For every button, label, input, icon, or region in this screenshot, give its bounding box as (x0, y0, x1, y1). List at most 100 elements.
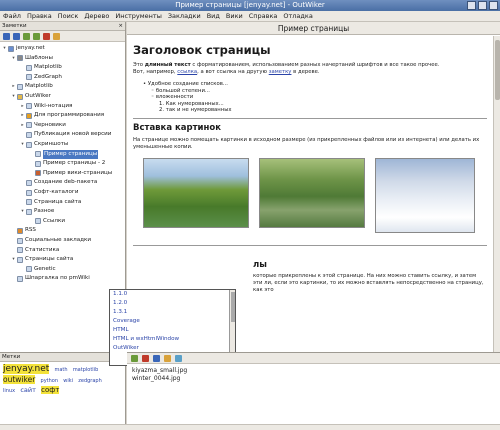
tag-link[interactable]: python (41, 378, 59, 384)
menu-item[interactable]: Правка (27, 11, 52, 21)
autocomplete-item[interactable]: HTML (110, 326, 235, 335)
autocomplete-item[interactable]: 1.2.0 (110, 299, 235, 308)
tree-item[interactable]: Пример страницы - 2 (29, 159, 105, 168)
tag-link[interactable]: jenyay.net (3, 364, 50, 374)
tree-item[interactable]: Софт-каталоги (20, 188, 78, 197)
tree-item[interactable]: ZedGraph (20, 73, 62, 82)
expanded-arrow-icon[interactable]: ▾ (20, 140, 25, 149)
remove-attachment-icon[interactable] (142, 355, 149, 362)
menu-item[interactable]: Вики (226, 11, 243, 21)
autocomplete-item[interactable]: 1.1.0 (110, 290, 235, 299)
window-title: Пример страницы [jenyay.net] - OutWiker (175, 1, 325, 9)
attachment-item[interactable]: winter_0044.jpg (132, 375, 495, 383)
menu-item[interactable]: Инструменты (115, 11, 162, 21)
tag-link[interactable]: math (55, 367, 68, 373)
image-gallery (143, 157, 487, 233)
tag-link[interactable]: сайт (20, 386, 36, 394)
book-icon (8, 45, 14, 52)
menu-item[interactable]: Отладка (283, 11, 312, 21)
tree-item-label: ZedGraph (34, 73, 62, 80)
delete-page-icon[interactable] (43, 33, 50, 40)
expanded-arrow-icon[interactable]: ▾ (11, 255, 16, 264)
close-button[interactable] (489, 1, 498, 10)
list-item-text: большой степени... (155, 87, 210, 94)
expanded-arrow-icon[interactable]: ▾ (11, 92, 16, 101)
paste-link-icon[interactable] (153, 355, 160, 362)
forest-image[interactable] (259, 157, 365, 228)
tree-item[interactable]: Статистика (11, 246, 59, 255)
tree-item[interactable]: ▾ Страницы сайта (11, 255, 73, 264)
attachment-item[interactable]: kiyazma_small.jpg (132, 367, 495, 375)
tree-item[interactable]: ▾ Шаблоны (11, 54, 53, 63)
menu-item[interactable]: Закладки (168, 11, 201, 21)
tree-item[interactable]: ▾ OutWiker (11, 92, 51, 101)
collapsed-arrow-icon[interactable]: ▸ (20, 102, 25, 111)
tree-item[interactable]: Пример вики-страницы (29, 169, 112, 178)
tree-item[interactable]: RSS (11, 226, 36, 235)
external-link[interactable]: ссылка (177, 69, 197, 75)
attach-file-icon[interactable] (131, 355, 138, 362)
minimize-button[interactable] (467, 1, 476, 10)
river-image[interactable] (143, 157, 249, 228)
expanded-arrow-icon[interactable]: ▾ (20, 207, 25, 216)
tag-link[interactable]: wiki (63, 378, 73, 384)
tree-item[interactable]: Публикация новой версии (20, 130, 111, 139)
page-icon (26, 179, 32, 186)
intro-text: Вот, например, (133, 69, 178, 75)
autocomplete-item[interactable]: 1.3.1 (110, 308, 235, 317)
tree-item[interactable]: ▸ Черновики (20, 121, 66, 130)
add-page-icon[interactable] (23, 33, 30, 40)
autocomplete-item[interactable]: HTML и wxHtmlWindow (110, 335, 235, 344)
scrollbar-thumb[interactable] (231, 292, 235, 322)
winter-image[interactable] (375, 157, 475, 233)
autocomplete-item[interactable]: Coverage (110, 317, 235, 326)
tree-item[interactable]: Социальные закладки (11, 236, 91, 245)
tree-item[interactable]: ▸ Для программирования (20, 111, 104, 120)
collapsed-arrow-icon[interactable]: ▸ (20, 111, 25, 120)
tree-item[interactable]: ▾ Разное (20, 207, 54, 216)
properties-icon[interactable] (53, 33, 60, 40)
menu-item[interactable]: Вид (207, 11, 220, 21)
brush-icon (35, 170, 41, 177)
intro-text: Это (133, 62, 145, 68)
tree-item[interactable]: Ссылки (29, 217, 65, 226)
expanded-arrow-icon[interactable]: ▾ (11, 54, 16, 63)
tag-link[interactable]: софт (41, 386, 60, 394)
tree-item-label: Wiki-нотация (34, 102, 73, 109)
tree-item[interactable]: ▸ Wiki-нотация (20, 102, 72, 111)
tree-item[interactable]: Genetic (20, 265, 56, 274)
add-child-icon[interactable] (33, 33, 40, 40)
tree-item[interactable]: Создание deb-пакета (20, 178, 97, 187)
tag-link[interactable]: outwiker (3, 375, 36, 384)
menu-item[interactable]: Поиск (58, 11, 79, 21)
tree-item[interactable]: Страница сайта (20, 198, 81, 207)
tree-item[interactable]: Шпаргалка по pmWiki (11, 274, 90, 283)
move-up-icon[interactable] (3, 33, 10, 40)
refresh-icon[interactable] (175, 355, 182, 362)
tree-item[interactable]: Пример страницы (29, 149, 99, 159)
tag-link[interactable]: matplotlib (73, 367, 98, 373)
menu-item[interactable]: Справка (249, 11, 278, 21)
collapsed-arrow-icon[interactable]: ▸ (11, 82, 16, 91)
move-down-icon[interactable] (13, 33, 20, 40)
tag-link[interactable]: linux (3, 388, 15, 394)
open-folder-icon[interactable] (164, 355, 171, 362)
tree-item[interactable]: ▸ Matplotlib (11, 82, 53, 91)
tree-item-label: Для программирования (34, 112, 105, 119)
close-icon[interactable]: × (118, 22, 123, 30)
page-link[interactable]: заметку (269, 69, 292, 75)
collapsed-arrow-icon[interactable]: ▸ (20, 121, 25, 130)
page-scrollbar[interactable] (493, 36, 500, 352)
tree-item-label: Разное (34, 208, 55, 215)
tree-item[interactable]: Matplotlib (20, 63, 62, 72)
maximize-button[interactable] (478, 1, 487, 10)
tag-link[interactable]: zedgraph (78, 378, 102, 384)
tree-item[interactable]: ▾ Скриншоты (20, 140, 68, 149)
menu-item[interactable]: Дерево (84, 11, 109, 21)
menu-item[interactable]: Файл (3, 11, 21, 21)
scrollbar-thumb[interactable] (495, 40, 500, 100)
attachments-list: kiyazma_small.jpg winter_0044.jpg (127, 364, 500, 386)
expanded-arrow-icon[interactable]: ▾ (2, 44, 7, 53)
attachments-pane: kiyazma_small.jpg winter_0044.jpg (127, 352, 500, 430)
tree-item[interactable]: ▾ jenyay.net (2, 44, 45, 53)
